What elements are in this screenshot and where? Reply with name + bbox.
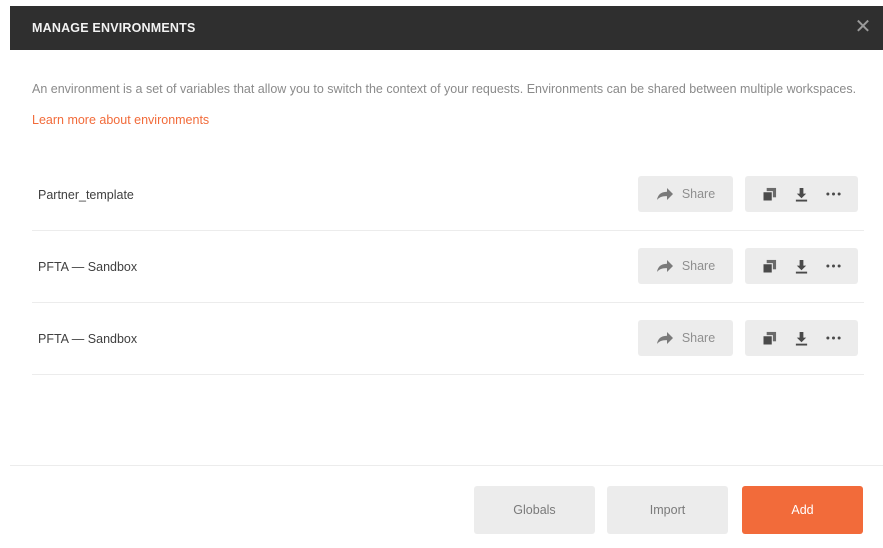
more-options-icon[interactable] <box>823 327 845 349</box>
environment-name[interactable]: PFTA — Sandbox <box>38 332 137 346</box>
download-icon[interactable] <box>790 255 812 277</box>
environment-name[interactable]: Partner_template <box>38 188 134 202</box>
share-label: Share <box>681 331 716 345</box>
close-icon[interactable]: ✕ <box>851 15 875 39</box>
share-button[interactable]: Share <box>638 176 733 212</box>
share-arrow-icon <box>656 188 673 200</box>
environment-row[interactable]: Partner_template Share <box>32 159 864 231</box>
environment-name[interactable]: PFTA — Sandbox <box>38 260 137 274</box>
description-text: An environment is a set of variables tha… <box>32 82 857 96</box>
download-icon[interactable] <box>790 327 812 349</box>
environment-actions <box>745 176 858 212</box>
modal-title: MANAGE ENVIRONMENTS <box>32 21 196 35</box>
more-options-icon[interactable] <box>823 255 845 277</box>
duplicate-icon[interactable] <box>758 255 780 277</box>
download-icon[interactable] <box>790 183 812 205</box>
more-options-icon[interactable] <box>823 183 845 205</box>
manage-environments-modal: MANAGE ENVIRONMENTS ✕ An environment is … <box>10 6 883 548</box>
environment-row[interactable]: PFTA — Sandbox Share <box>32 231 864 303</box>
modal-header: MANAGE ENVIRONMENTS ✕ <box>10 6 883 50</box>
share-button[interactable]: Share <box>638 320 733 356</box>
share-button[interactable]: Share <box>638 248 733 284</box>
import-button[interactable]: Import <box>607 486 728 534</box>
share-arrow-icon <box>656 332 673 344</box>
duplicate-icon[interactable] <box>758 183 780 205</box>
share-label: Share <box>681 259 716 273</box>
environment-actions <box>745 320 858 356</box>
globals-button[interactable]: Globals <box>474 486 595 534</box>
environment-actions <box>745 248 858 284</box>
footer-divider <box>10 465 883 466</box>
environments-description: An environment is a set of variables tha… <box>32 74 862 136</box>
environment-row[interactable]: PFTA — Sandbox Share <box>32 303 864 375</box>
add-button[interactable]: Add <box>742 486 863 534</box>
duplicate-icon[interactable] <box>758 327 780 349</box>
share-arrow-icon <box>656 260 673 272</box>
share-label: Share <box>681 187 716 201</box>
learn-more-link[interactable]: Learn more about environments <box>32 113 209 127</box>
environment-list: Partner_template Share PFTA — Sandbox Sh… <box>32 159 864 375</box>
